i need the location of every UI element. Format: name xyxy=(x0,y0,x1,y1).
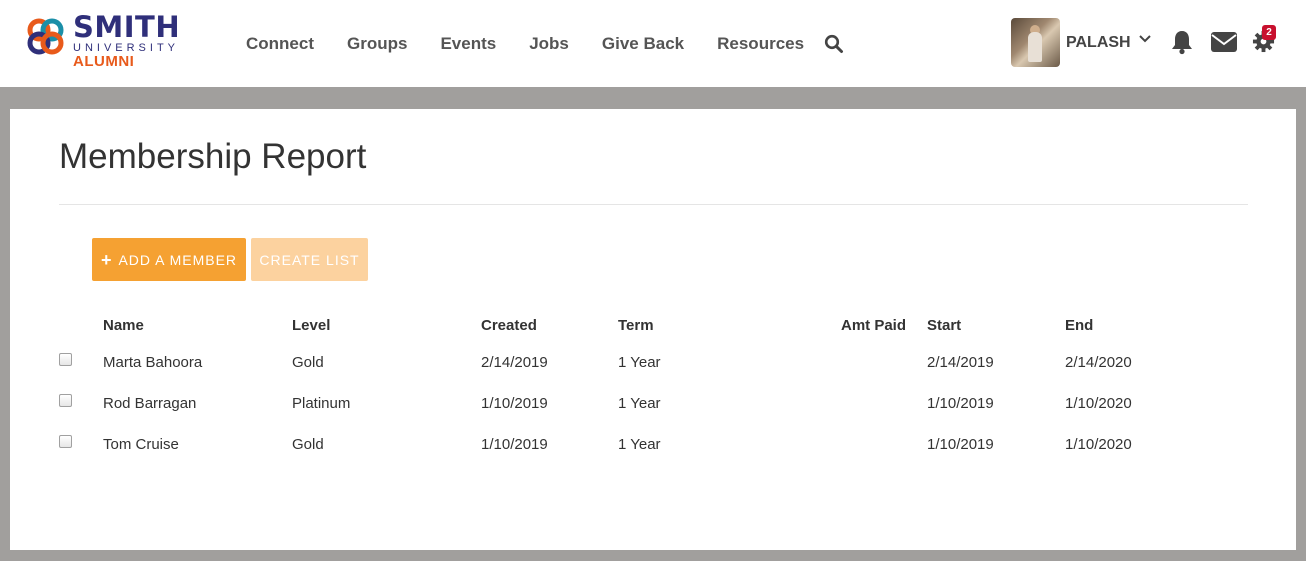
logo-mark-icon xyxy=(27,18,64,55)
add-member-button[interactable]: + ADD A MEMBER xyxy=(92,238,246,281)
cell-level: Gold xyxy=(292,436,324,453)
page-title: Membership Report xyxy=(59,137,367,176)
add-member-label: ADD A MEMBER xyxy=(118,251,238,268)
row-checkbox[interactable] xyxy=(59,394,72,407)
cell-end: 2/14/2020 xyxy=(1065,354,1132,371)
nav-item-connect[interactable]: Connect xyxy=(246,33,314,55)
nav-item-resources[interactable]: Resources xyxy=(717,33,804,55)
smith-alumni-logo[interactable]: SMITH UNIVERSITY ALUMNI xyxy=(26,10,196,74)
membership-report-panel: Membership Report + ADD A MEMBER CREATE … xyxy=(10,109,1296,550)
row-checkbox[interactable] xyxy=(59,353,72,366)
plus-icon: + xyxy=(100,249,113,270)
search-icon[interactable] xyxy=(824,34,844,54)
column-header-amt-paid[interactable]: Amt Paid xyxy=(841,317,906,335)
cell-name: Marta Bahoora xyxy=(103,354,203,371)
cell-start: 2/14/2019 xyxy=(927,354,994,371)
column-header-name[interactable]: Name xyxy=(103,317,144,335)
cell-end: 1/10/2020 xyxy=(1065,436,1132,453)
column-header-term[interactable]: Term xyxy=(618,317,654,335)
cell-created: 2/14/2019 xyxy=(481,354,548,371)
cell-level: Platinum xyxy=(292,395,351,412)
chevron-down-icon[interactable] xyxy=(1138,32,1152,46)
cell-start: 1/10/2019 xyxy=(927,436,994,453)
column-header-start[interactable]: Start xyxy=(927,317,961,335)
user-name[interactable]: PALASH xyxy=(1066,34,1131,52)
cell-start: 1/10/2019 xyxy=(927,395,994,412)
row-checkbox[interactable] xyxy=(59,435,72,448)
nav-item-give-back[interactable]: Give Back xyxy=(602,33,684,55)
column-header-end[interactable]: End xyxy=(1065,317,1093,335)
cell-name: Rod Barragan xyxy=(103,395,197,412)
column-header-created[interactable]: Created xyxy=(481,317,537,335)
title-divider xyxy=(59,204,1248,205)
cell-term: 1 Year xyxy=(618,436,661,453)
cell-name: Tom Cruise xyxy=(103,436,179,453)
cell-term: 1 Year xyxy=(618,395,661,412)
mail-icon[interactable] xyxy=(1211,31,1237,53)
create-list-button[interactable]: CREATE LIST xyxy=(251,238,368,281)
cell-end: 1/10/2020 xyxy=(1065,395,1132,412)
top-navbar: SMITH UNIVERSITY ALUMNI Connect Groups E… xyxy=(0,0,1306,87)
main-nav: Connect Groups Events Jobs Give Back Res… xyxy=(246,33,837,55)
cell-created: 1/10/2019 xyxy=(481,395,548,412)
nav-item-jobs[interactable]: Jobs xyxy=(529,33,569,55)
bell-icon[interactable] xyxy=(1170,29,1194,55)
avatar[interactable] xyxy=(1011,18,1060,67)
nav-item-groups[interactable]: Groups xyxy=(347,33,407,55)
nav-item-events[interactable]: Events xyxy=(440,33,496,55)
cell-created: 1/10/2019 xyxy=(481,436,548,453)
logo-name: SMITH xyxy=(73,10,181,44)
cell-level: Gold xyxy=(292,354,324,371)
column-header-level[interactable]: Level xyxy=(292,317,330,335)
cell-term: 1 Year xyxy=(618,354,661,371)
create-list-label: CREATE LIST xyxy=(259,251,360,268)
logo-tag: ALUMNI xyxy=(73,53,135,70)
notification-count-badge: 2 xyxy=(1262,25,1276,40)
